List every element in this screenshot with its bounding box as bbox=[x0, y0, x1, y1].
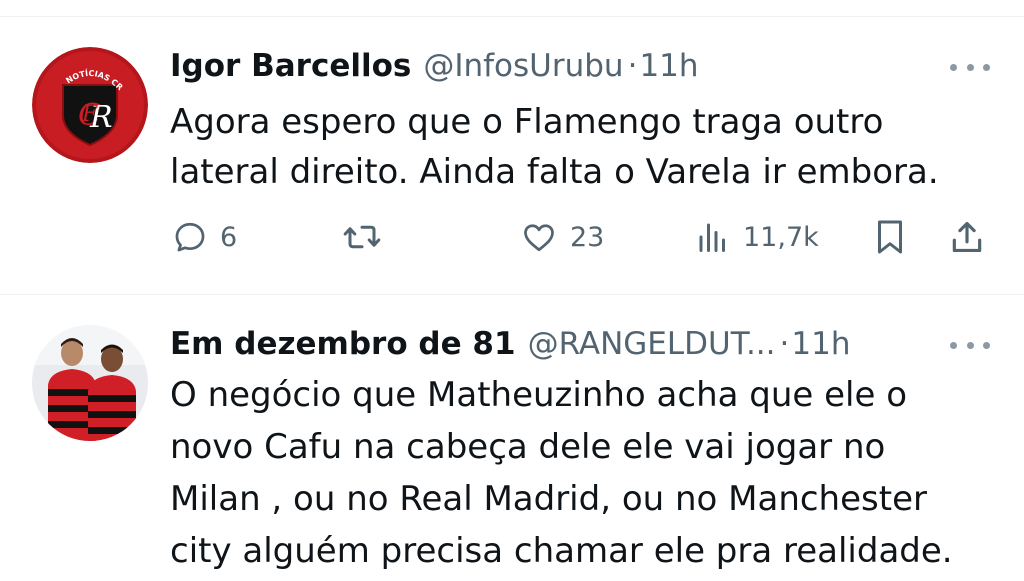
reply-button[interactable]: 6 bbox=[172, 213, 237, 261]
bookmark-icon bbox=[878, 220, 902, 254]
timestamp[interactable]: 11h bbox=[791, 323, 850, 365]
share-button[interactable] bbox=[948, 213, 986, 261]
reply-count: 6 bbox=[220, 221, 238, 253]
like-button[interactable]: 23 bbox=[520, 213, 604, 261]
tweet-em-dezembro-de-81[interactable]: Em dezembro de 81 @RANGELDUT... · 11h O … bbox=[0, 295, 1024, 581]
flamengo-crf-logo-icon: NOTÍCIAS CRF C R F bbox=[32, 47, 148, 163]
separator-dot: · bbox=[779, 326, 790, 362]
tweet-text: O negócio que Matheuzinho acha que ele o… bbox=[170, 375, 953, 571]
tweet-header: Em dezembro de 81 @RANGELDUT... · 11h bbox=[170, 323, 934, 365]
tweet-igor-barcellos[interactable]: NOTÍCIAS CRF C R F Igor Barcellos @Infos… bbox=[0, 17, 1024, 294]
views-button[interactable]: 11,7k bbox=[695, 213, 819, 261]
avatar-rangeldut[interactable] bbox=[32, 325, 148, 441]
share-icon bbox=[952, 221, 982, 253]
retweet-icon bbox=[343, 225, 381, 249]
author-name[interactable]: Em dezembro de 81 bbox=[170, 323, 516, 365]
reply-icon bbox=[175, 222, 205, 252]
author-name[interactable]: Igor Barcellos bbox=[170, 45, 411, 87]
tweet-text: Agora espero que o Flamengo traga outro … bbox=[170, 102, 939, 192]
bookmark-button[interactable] bbox=[872, 213, 908, 261]
like-count: 23 bbox=[570, 221, 605, 253]
views-count: 11,7k bbox=[743, 221, 819, 253]
two-players-photo-icon bbox=[32, 325, 148, 441]
author-handle[interactable]: @RANGELDUT... bbox=[528, 323, 776, 365]
action-bar: 6 23 11,7k bbox=[170, 213, 1000, 261]
timestamp[interactable]: 11h bbox=[639, 45, 698, 87]
avatar-infosurubu[interactable]: NOTÍCIAS CRF C R F bbox=[32, 47, 148, 163]
more-options-icon[interactable] bbox=[950, 335, 990, 355]
views-chart-icon bbox=[699, 223, 725, 252]
heart-icon bbox=[524, 224, 554, 252]
author-handle[interactable]: @InfosUrubu bbox=[423, 45, 623, 87]
svg-text:F: F bbox=[81, 102, 98, 127]
tweet-header: Igor Barcellos @InfosUrubu · 11h bbox=[170, 45, 934, 87]
retweet-button[interactable] bbox=[342, 213, 394, 261]
more-options-icon[interactable] bbox=[950, 57, 990, 77]
separator-dot: · bbox=[627, 48, 638, 84]
